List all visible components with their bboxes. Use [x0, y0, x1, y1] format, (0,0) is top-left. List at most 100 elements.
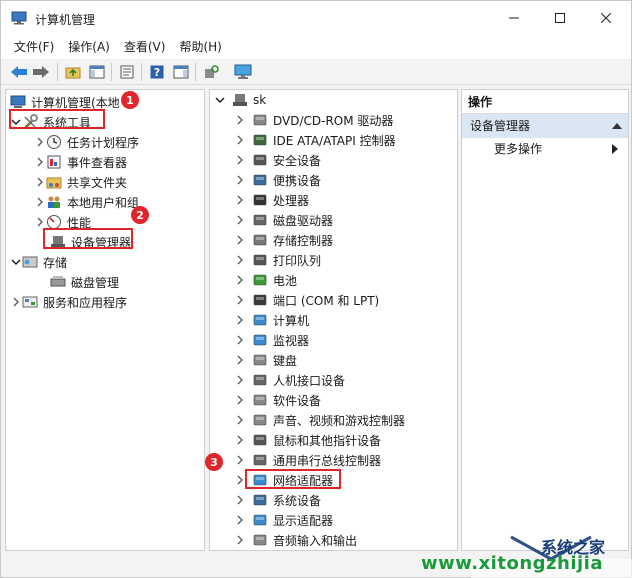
tree-shared-folders-label: 共享文件夹: [67, 175, 128, 190]
audio-io-icon: [252, 532, 268, 548]
device-category-row[interactable]: DVD/CD-ROM 驱动器: [234, 110, 393, 130]
up-folder-button[interactable]: [63, 62, 83, 82]
device-category-row[interactable]: 便携设备: [234, 170, 321, 190]
chevron-right-icon[interactable]: [234, 150, 246, 170]
device-category-row[interactable]: 打印队列: [234, 250, 321, 270]
chevron-down-icon[interactable]: [214, 90, 226, 110]
highlight-network-adapters: [245, 469, 341, 489]
device-category-row[interactable]: 软件设备: [234, 390, 321, 410]
minimize-button[interactable]: [491, 1, 537, 35]
chevron-right-icon[interactable]: [234, 330, 246, 350]
chevron-right-icon[interactable]: [34, 172, 46, 192]
chevron-right-icon[interactable]: [34, 132, 46, 152]
chevron-right-icon[interactable]: [234, 270, 246, 290]
storage-icon: [22, 254, 38, 270]
device-category-row[interactable]: 监视器: [234, 330, 309, 350]
back-arrow-icon: [11, 66, 27, 78]
menu-file[interactable]: 文件(F): [7, 35, 61, 59]
chevron-right-icon[interactable]: [234, 250, 246, 270]
device-category-row[interactable]: 存储控制器: [234, 230, 333, 250]
chevron-right-icon[interactable]: [234, 290, 246, 310]
tree-event-viewer-label: 事件查看器: [67, 155, 128, 170]
port-icon: [252, 292, 268, 308]
display-adapter-icon: [252, 512, 268, 528]
menu-bar: 文件(F) 操作(A) 查看(V) 帮助(H): [1, 35, 631, 59]
system-device-icon: [252, 492, 268, 508]
chevron-down-icon[interactable]: [10, 252, 22, 272]
window-title: 计算机管理: [35, 13, 96, 27]
chevron-right-icon[interactable]: [234, 510, 246, 530]
device-category-row[interactable]: 键盘: [234, 350, 297, 370]
tree-storage[interactable]: 存储: [10, 252, 67, 272]
chevron-right-icon[interactable]: [234, 130, 246, 150]
device-category-row[interactable]: 安全设备: [234, 150, 321, 170]
show-action-pane-button[interactable]: [171, 62, 191, 82]
tree-shared-folders[interactable]: 共享文件夹: [34, 172, 127, 192]
clock-icon: [46, 134, 62, 150]
chevron-right-icon[interactable]: [234, 410, 246, 430]
menu-help[interactable]: 帮助(H): [172, 35, 228, 59]
monitor-button[interactable]: [233, 62, 253, 82]
maximize-button[interactable]: [537, 1, 583, 35]
tree-disk-management[interactable]: 磁盘管理: [50, 272, 119, 292]
chevron-right-icon[interactable]: [234, 230, 246, 250]
chevron-right-icon[interactable]: [234, 170, 246, 190]
device-category-row[interactable]: 通用串行总线控制器: [234, 450, 381, 470]
chevron-right-icon[interactable]: [234, 430, 246, 450]
properties-button[interactable]: [117, 62, 137, 82]
usb-icon: [252, 452, 268, 468]
device-category-row[interactable]: 磁盘驱动器: [234, 210, 333, 230]
menu-action[interactable]: 操作(A): [61, 35, 117, 59]
chevron-right-icon[interactable]: [234, 530, 246, 550]
chevron-right-icon[interactable]: [234, 390, 246, 410]
collapse-up-icon[interactable]: [612, 123, 622, 129]
chevron-right-icon[interactable]: [234, 490, 246, 510]
storage-controller-icon: [252, 232, 268, 248]
tree-local-users-groups[interactable]: 本地用户和组: [34, 192, 139, 212]
device-category-row[interactable]: 端口 (COM 和 LPT): [234, 290, 379, 310]
device-category-row[interactable]: 音频输入和输出: [234, 530, 357, 550]
chevron-right-icon[interactable]: [234, 310, 246, 330]
device-category-row[interactable]: 系统设备: [234, 490, 321, 510]
device-category-row[interactable]: 处理器: [234, 190, 309, 210]
device-category-row[interactable]: IDE ATA/ATAPI 控制器: [234, 130, 396, 150]
chevron-right-icon[interactable]: [234, 210, 246, 230]
device-category-row[interactable]: 显示适配器: [234, 510, 333, 530]
device-category-row[interactable]: 鼠标和其他指针设备: [234, 430, 381, 450]
menu-view[interactable]: 查看(V): [117, 35, 173, 59]
shared-folder-icon: [46, 174, 62, 190]
computer-management-icon: [11, 11, 27, 25]
tree-task-scheduler[interactable]: 任务计划程序: [34, 132, 139, 152]
show-hide-tree-button[interactable]: [87, 62, 107, 82]
console-tree-icon: [89, 65, 105, 79]
properties-icon: [120, 65, 134, 79]
chevron-right-icon[interactable]: [34, 192, 46, 212]
device-category-row[interactable]: 电池: [234, 270, 297, 290]
help-button[interactable]: ?: [147, 62, 167, 82]
submenu-arrow-icon[interactable]: [612, 144, 618, 154]
more-actions[interactable]: 更多操作: [494, 138, 542, 160]
device-category-label: 计算机: [273, 313, 310, 328]
forward-button[interactable]: [31, 62, 51, 82]
dvd-drive-icon: [252, 112, 268, 128]
chevron-right-icon[interactable]: [234, 450, 246, 470]
scan-hardware-button[interactable]: [201, 62, 221, 82]
device-category-row[interactable]: 人机接口设备: [234, 370, 345, 390]
users-icon: [46, 194, 62, 210]
back-button[interactable]: [9, 62, 29, 82]
chevron-right-icon[interactable]: [10, 292, 22, 312]
tree-services-apps[interactable]: 服务和应用程序: [10, 292, 127, 312]
chevron-right-icon[interactable]: [34, 152, 46, 172]
device-category-row[interactable]: 声音、视频和游戏控制器: [234, 410, 405, 430]
chevron-right-icon[interactable]: [234, 370, 246, 390]
chevron-right-icon[interactable]: [234, 350, 246, 370]
device-category-row[interactable]: 计算机: [234, 310, 309, 330]
folder-up-icon: [65, 67, 81, 79]
tree-local-users-groups-label: 本地用户和组: [67, 195, 140, 210]
device-root[interactable]: sk: [214, 90, 266, 110]
actions-section-device-manager[interactable]: 设备管理器: [462, 114, 628, 138]
chevron-right-icon[interactable]: [234, 190, 246, 210]
tree-event-viewer[interactable]: 事件查看器: [34, 152, 127, 172]
close-button[interactable]: [583, 1, 629, 35]
chevron-right-icon[interactable]: [234, 110, 246, 130]
